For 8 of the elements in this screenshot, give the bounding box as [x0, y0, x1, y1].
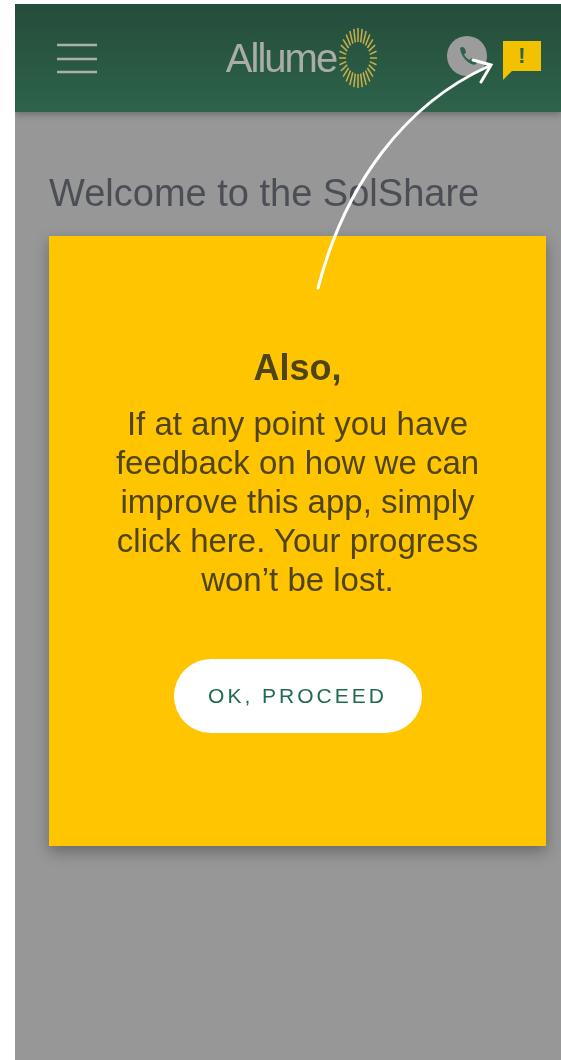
menu-icon[interactable] — [57, 42, 97, 74]
proceed-button[interactable]: OK, PROCEED — [173, 659, 422, 733]
feedback-button[interactable]: ! — [503, 41, 541, 80]
dialog-message: If at any point you have feedback on how we can improve this app, simply click here. Your progress won’t be lost. — [114, 404, 481, 599]
logo-text: Allume — [225, 38, 337, 78]
sun-rays-icon — [338, 27, 379, 89]
dialog-title: Also, — [252, 346, 343, 390]
phone-icon[interactable] — [447, 36, 487, 76]
